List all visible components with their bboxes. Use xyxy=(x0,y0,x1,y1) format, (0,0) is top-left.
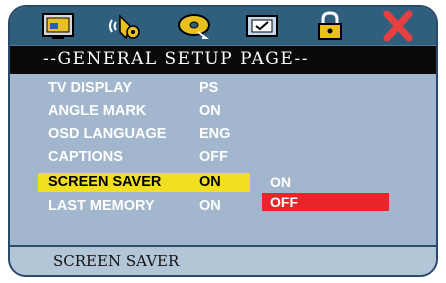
menu-item-label: LAST MEMORY xyxy=(48,198,155,214)
menu-item-value: ON xyxy=(199,174,221,190)
submenu-option-label: ON xyxy=(270,174,291,190)
audio-setup-icon[interactable] xyxy=(108,10,144,42)
menu-item-label: ANGLE MARK xyxy=(48,103,147,119)
menu-item-value: OFF xyxy=(199,149,228,165)
footer-description: SCREEN SAVER xyxy=(53,252,180,270)
exit-icon[interactable] xyxy=(380,10,416,42)
setup-window: --GENERAL SETUP PAGE-- TV DISPLAY PS ANG… xyxy=(8,5,438,277)
setup-icon-bar xyxy=(10,7,436,45)
menu-item-label: OSD LANGUAGE xyxy=(48,126,167,142)
password-lock-icon[interactable] xyxy=(312,10,348,42)
menu-item-value: PS xyxy=(199,80,219,96)
preference-icon[interactable] xyxy=(244,10,280,42)
menu-item-value: ON xyxy=(199,103,221,119)
disc-setup-icon[interactable] xyxy=(176,10,212,42)
submenu-option-on[interactable]: ON xyxy=(262,173,389,191)
submenu-option-off[interactable]: OFF xyxy=(262,193,389,211)
menu-item-value: ON xyxy=(199,198,221,214)
menu-item-label: TV DISPLAY xyxy=(48,80,133,96)
menu-item-label: CAPTIONS xyxy=(48,149,123,165)
submenu-option-label: OFF xyxy=(270,194,298,210)
page-title-bar: --GENERAL SETUP PAGE-- xyxy=(10,45,436,74)
menu-item-value: ENG xyxy=(199,126,231,142)
status-footer: SCREEN SAVER xyxy=(10,245,436,275)
menu-item-label: SCREEN SAVER xyxy=(48,174,162,190)
general-setup-icon[interactable] xyxy=(40,10,76,42)
page-title: --GENERAL SETUP PAGE-- xyxy=(43,49,310,69)
menu-item-screen-saver[interactable]: SCREEN SAVER ON xyxy=(38,173,250,192)
